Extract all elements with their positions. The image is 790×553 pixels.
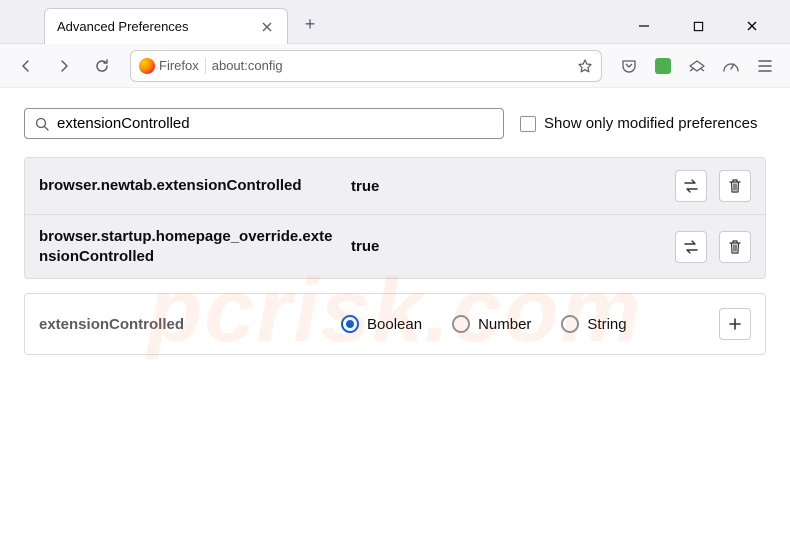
toggle-button[interactable]	[675, 231, 707, 263]
pref-value: true	[351, 178, 663, 195]
radio-icon	[452, 315, 470, 333]
new-pref-name: extensionControlled	[39, 316, 329, 333]
radio-string[interactable]: String	[561, 315, 626, 333]
radio-label-text: Boolean	[367, 316, 422, 333]
reload-button[interactable]	[86, 50, 118, 82]
new-pref-row: extensionControlled Boolean Number Strin…	[24, 293, 766, 355]
extension-icon[interactable]	[648, 51, 678, 81]
toggle-button[interactable]	[675, 170, 707, 202]
content-area: Show only modified preferences browser.n…	[0, 88, 790, 375]
bookmark-star-icon[interactable]	[577, 58, 593, 74]
pref-table: browser.newtab.extensionControlled true …	[24, 157, 766, 279]
search-input[interactable]	[57, 115, 493, 132]
search-icon	[35, 117, 49, 131]
close-tab-icon[interactable]	[259, 19, 275, 35]
add-button[interactable]	[719, 308, 751, 340]
mail-icon[interactable]	[682, 51, 712, 81]
back-button[interactable]	[10, 50, 42, 82]
radio-label-text: Number	[478, 316, 531, 333]
delete-button[interactable]	[719, 231, 751, 263]
firefox-logo-icon	[139, 58, 155, 74]
tab-title: Advanced Preferences	[57, 19, 259, 34]
browser-tab[interactable]: Advanced Preferences	[44, 8, 288, 44]
pocket-icon[interactable]	[614, 51, 644, 81]
close-window-button[interactable]	[734, 12, 770, 40]
menu-button[interactable]	[750, 51, 780, 81]
new-tab-button[interactable]: +	[296, 10, 324, 38]
delete-button[interactable]	[719, 170, 751, 202]
checkbox-icon	[520, 116, 536, 132]
radio-label-text: String	[587, 316, 626, 333]
search-box[interactable]	[24, 108, 504, 139]
minimize-button[interactable]	[626, 12, 662, 40]
forward-button[interactable]	[48, 50, 80, 82]
maximize-button[interactable]	[680, 12, 716, 40]
pref-row: browser.startup.homepage_override.extens…	[25, 214, 765, 278]
pref-value: true	[351, 238, 663, 255]
type-options: Boolean Number String	[341, 315, 707, 333]
url-input[interactable]	[212, 58, 571, 73]
speed-icon[interactable]	[716, 51, 746, 81]
radio-icon	[561, 315, 579, 333]
show-modified-checkbox[interactable]: Show only modified preferences	[520, 115, 757, 132]
identity-box[interactable]: Firefox	[139, 58, 206, 74]
titlebar: Advanced Preferences +	[0, 0, 790, 44]
radio-number[interactable]: Number	[452, 315, 531, 333]
pref-name: browser.startup.homepage_override.extens…	[39, 227, 339, 266]
url-bar[interactable]: Firefox	[130, 50, 602, 82]
identity-label: Firefox	[159, 58, 199, 73]
pref-name: browser.newtab.extensionControlled	[39, 176, 339, 196]
checkbox-label: Show only modified preferences	[544, 115, 757, 132]
radio-icon	[341, 315, 359, 333]
radio-boolean[interactable]: Boolean	[341, 315, 422, 333]
pref-row: browser.newtab.extensionControlled true	[25, 158, 765, 214]
navbar: Firefox	[0, 44, 790, 88]
